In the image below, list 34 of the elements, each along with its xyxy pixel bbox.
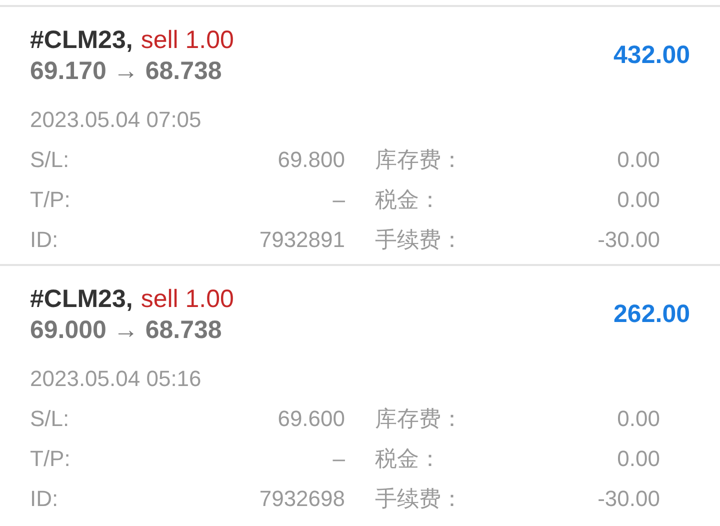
- field-label: 库存费：: [374, 405, 464, 433]
- field-value: 7932891: [258, 226, 345, 254]
- price-change: 69.000 → 68.738: [30, 315, 223, 346]
- field-label: S/L:: [30, 146, 70, 174]
- field-label: T/P:: [30, 186, 72, 214]
- price-change: 69.170 → 68.738: [30, 56, 223, 87]
- order-side: sell 1.00: [140, 285, 234, 313]
- field-value: -30.00: [596, 226, 660, 254]
- order-time: 2023.05.04 05:16: [30, 365, 202, 393]
- field-label: ID:: [30, 226, 60, 254]
- field-value: 7932698: [258, 485, 345, 513]
- field-label: 税金：: [374, 186, 442, 214]
- profit: 432.00: [614, 41, 690, 70]
- field-value: -30.00: [596, 485, 660, 513]
- profit: 262.00: [614, 300, 690, 329]
- order-time: 2023.05.04 07:05: [30, 106, 202, 134]
- field-label: T/P:: [30, 445, 72, 473]
- order-side: sell 1.00: [140, 26, 234, 54]
- symbol: #CLM23,: [30, 285, 133, 313]
- field-value: 0.00: [616, 186, 660, 214]
- field-label: S/L:: [30, 405, 70, 433]
- field-value: 0.00: [616, 445, 660, 473]
- field-label: 税金：: [374, 445, 442, 473]
- field-value: –: [332, 445, 345, 473]
- field-value: 0.00: [616, 146, 660, 174]
- field-label: 库存费：: [374, 146, 464, 174]
- symbol: #CLM23,: [30, 26, 133, 54]
- field-label: ID:: [30, 485, 60, 513]
- field-value: –: [332, 186, 345, 214]
- field-label: 手续费：: [374, 226, 464, 254]
- field-value: 0.00: [616, 405, 660, 433]
- field-value: 69.600: [276, 405, 345, 433]
- field-label: 手续费：: [374, 485, 464, 513]
- field-value: 69.800: [276, 146, 345, 174]
